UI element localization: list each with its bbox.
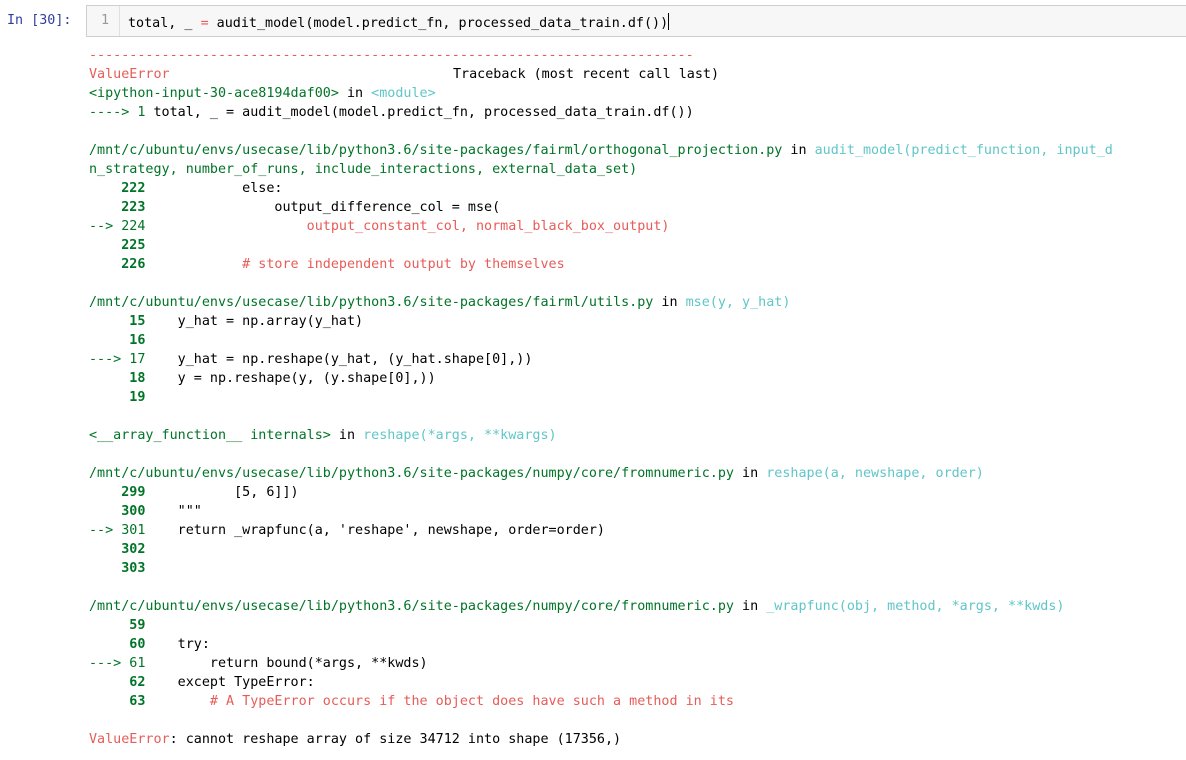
final-error-line: ValueError: cannot reshape array of size… (89, 730, 621, 749)
closing-paren: ) (660, 16, 669, 31)
line-number: 1 (101, 13, 110, 28)
source-line: 16 (89, 333, 146, 348)
code-cell-input[interactable]: 1 total, _ = audit_model(model.predict_f… (86, 5, 1186, 37)
source-line: 19 (89, 390, 146, 405)
traceback-header: ValueError Traceback (most recent call la… (89, 65, 719, 84)
source-line: 15 y_hat = np.array(y_hat) (89, 314, 364, 329)
input-prompt: In [30]: (7, 13, 72, 28)
frame-location: <__array_function__ internals> in reshap… (89, 428, 557, 443)
source-line-current: --> 224 output_constant_col, normal_blac… (89, 219, 670, 234)
code-line[interactable]: total, _ = audit_model(model.predict_fn,… (128, 13, 670, 31)
traceback-separator: ----------------------------------------… (89, 48, 694, 63)
source-line: 18 y = np.reshape(y, (y.shape[0],)) (89, 371, 436, 386)
source-line: 225 (89, 238, 146, 253)
traceback-title: Traceback (most recent call last) (453, 67, 720, 82)
frame-code-line: ----> 1 total, _ = audit_model(model.pre… (89, 105, 694, 120)
error-name: ValueError (89, 67, 170, 82)
gutter-divider (119, 6, 120, 36)
source-line: 303 (89, 561, 146, 576)
frame-signature-continued: n_strategy, number_of_runs, include_inte… (89, 162, 638, 177)
source-line: 62 except TypeError: (89, 675, 315, 690)
source-line: 63 # A TypeError occurs if the object do… (89, 694, 734, 709)
frame-path: /mnt/c/ubuntu/envs/usecase/lib/python3.6… (89, 599, 1065, 614)
source-line: 59 (89, 618, 146, 633)
source-line: 226 # store independent output by themse… (89, 257, 565, 272)
frame-path: /mnt/c/ubuntu/envs/usecase/lib/python3.6… (89, 466, 984, 481)
source-line: 223 output_difference_col = mse( (89, 200, 501, 215)
frame-path: /mnt/c/ubuntu/envs/usecase/lib/python3.6… (89, 143, 1113, 158)
final-error-name: ValueError (89, 732, 170, 747)
source-line: 60 try: (89, 637, 210, 652)
source-line-current: --> 301 return _wrapfunc(a, 'reshape', n… (89, 523, 605, 538)
source-line-current: ---> 17 y_hat = np.reshape(y_hat, (y_hat… (89, 352, 533, 367)
source-line-current: ---> 61 return bound(*args, **kwds) (89, 656, 428, 671)
final-error-message: : cannot reshape array of size 34712 int… (169, 732, 622, 747)
source-line: 222 else: (89, 181, 283, 196)
text-cursor (668, 13, 670, 30)
frame-location: <ipython-input-30-ace8194daf00> in <modu… (89, 86, 436, 101)
source-line: 299 [5, 6]]) (89, 485, 299, 500)
source-line: 302 (89, 542, 146, 557)
frame-path: /mnt/c/ubuntu/envs/usecase/lib/python3.6… (89, 295, 791, 310)
source-line: 300 """ (89, 504, 202, 519)
